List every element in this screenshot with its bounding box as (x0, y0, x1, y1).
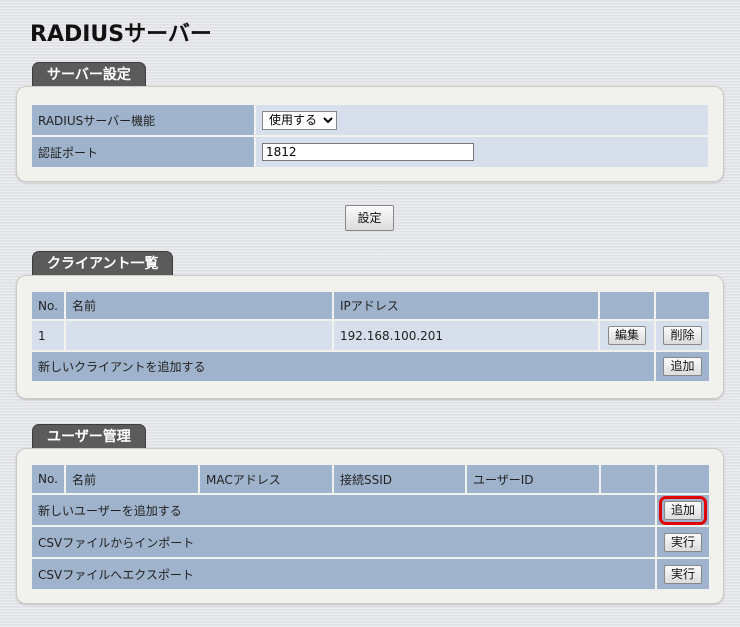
radius-function-label: RADIUSサーバー機能 (30, 103, 256, 137)
auth-port-label: 認証ポート (30, 135, 256, 169)
client-delete-button[interactable]: 削除 (663, 326, 702, 345)
client-header-name: 名前 (64, 290, 334, 321)
client-row-no: 1 (30, 319, 66, 352)
client-header-edit (598, 290, 656, 321)
auth-port-input[interactable] (262, 143, 474, 161)
page-title: RADIUSサーバー (30, 22, 212, 47)
csv-import-button[interactable]: 実行 (663, 532, 702, 552)
client-header-no: No. (30, 290, 66, 321)
user-header-user-id: ユーザーID (465, 463, 601, 495)
add-user-button[interactable]: 追加 (658, 495, 708, 525)
add-user-label: 新しいユーザーを追加する (30, 493, 657, 527)
csv-import-label: CSVファイルからインポート (30, 525, 657, 559)
user-header-blank-2 (655, 463, 711, 495)
add-client-button[interactable]: 追加 (663, 357, 702, 376)
auth-port-cell (254, 135, 710, 169)
set-button[interactable]: 設定 (345, 205, 394, 231)
client-row-ip: 192.168.100.201 (332, 319, 600, 352)
add-user-cell: 追加 (655, 493, 711, 527)
table-row: 1 192.168.100.201 編集 削除 (30, 319, 711, 352)
csv-export-label: CSVファイルへエクスポート (30, 557, 657, 591)
client-row-edit-cell: 編集 (598, 319, 656, 352)
user-header-ssid: 接続SSID (332, 463, 467, 495)
user-header-mac: MACアドレス (198, 463, 334, 495)
user-management-panel: No. 名前 MACアドレス 接続SSID ユーザーID 新しいユーザーを追加す… (16, 448, 724, 604)
server-settings-panel: RADIUSサーバー機能 使用する 認証ポート (16, 86, 724, 182)
client-row-name (64, 319, 334, 352)
csv-export-cell: 実行 (655, 557, 711, 591)
client-header-delete (654, 290, 711, 321)
csv-export-button[interactable]: 実行 (663, 564, 702, 584)
tab-user-management: ユーザー管理 (32, 424, 146, 448)
tab-server-settings: サーバー設定 (32, 62, 146, 86)
radius-function-select[interactable]: 使用する (262, 110, 337, 130)
user-header-name: 名前 (64, 463, 200, 495)
add-client-label: 新しいクライアントを追加する (30, 350, 656, 383)
csv-import-cell: 実行 (655, 525, 711, 559)
user-header-blank (599, 463, 657, 495)
client-edit-button[interactable]: 編集 (607, 326, 646, 345)
client-header-ip: IPアドレス (332, 290, 600, 321)
client-list-panel: No. 名前 IPアドレス 1 192.168.100.201 編集 削除 新し… (16, 275, 724, 399)
client-row-delete-cell: 削除 (654, 319, 711, 352)
tab-client-list: クライアント一覧 (32, 251, 174, 275)
user-header-no: No. (30, 463, 66, 495)
radius-function-cell: 使用する (254, 103, 710, 137)
add-client-cell: 追加 (654, 350, 711, 383)
